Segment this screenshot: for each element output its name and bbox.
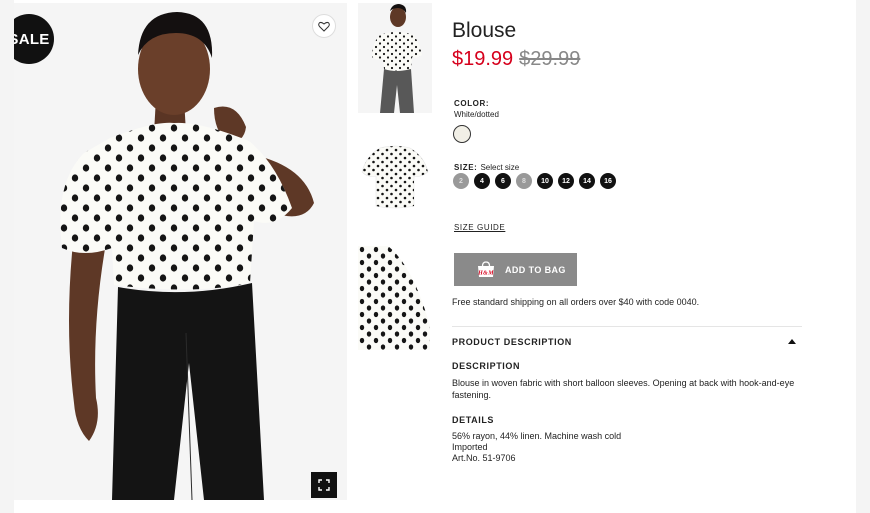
thumbnail-detail[interactable] — [358, 246, 432, 350]
thumbnail-model-image — [358, 3, 432, 113]
main-product-image[interactable]: SALE — [14, 3, 347, 500]
color-label: COLOR: — [454, 99, 490, 108]
color-value: White/dotted — [454, 110, 499, 119]
heart-icon — [318, 21, 330, 32]
size-option-2[interactable]: 2 — [453, 173, 469, 189]
caret-up-icon[interactable] — [788, 339, 796, 344]
size-option-12[interactable]: 12 — [558, 173, 574, 189]
thumbnail-front[interactable] — [358, 140, 432, 212]
original-price: $29.99 — [519, 48, 581, 70]
thumbnail-front-image — [358, 140, 432, 212]
details-list: 56% rayon, 44% linen. Machine wash cold … — [452, 431, 621, 464]
details-heading: DETAILS — [452, 415, 495, 425]
divider — [452, 326, 802, 327]
add-to-bag-button[interactable]: H&M ADD TO BAG — [454, 253, 577, 286]
product-title: Blouse — [452, 19, 517, 42]
description-heading: DESCRIPTION — [452, 361, 521, 371]
size-label: SIZE: — [454, 163, 478, 172]
size-selector: 2 4 6 8 10 12 14 16 — [453, 173, 616, 189]
shipping-note: Free standard shipping on all orders ove… — [452, 297, 700, 307]
description-text: Blouse in woven fabric with short balloo… — [452, 378, 795, 400]
color-swatch-white-dotted[interactable] — [453, 125, 471, 143]
product-page: SALE — [14, 0, 856, 513]
product-description-toggle[interactable]: PRODUCT DESCRIPTION — [452, 337, 572, 347]
details-line: Art.No. 51-9706 — [452, 453, 516, 463]
size-option-8[interactable]: 8 — [516, 173, 532, 189]
expand-icon — [318, 479, 330, 491]
size-option-6[interactable]: 6 — [495, 173, 511, 189]
thumbnail-model[interactable] — [358, 3, 432, 113]
model-photo — [14, 3, 347, 500]
size-option-14[interactable]: 14 — [579, 173, 595, 189]
favorite-button[interactable] — [312, 14, 336, 38]
size-option-4[interactable]: 4 — [474, 173, 490, 189]
sale-price: $19.99 — [452, 48, 514, 70]
size-placeholder: Select size — [480, 163, 520, 172]
shopping-bag-icon: H&M — [477, 261, 494, 277]
thumbnail-detail-image — [358, 246, 432, 350]
size-guide-link[interactable]: SIZE GUIDE — [454, 223, 505, 232]
size-option-16[interactable]: 16 — [600, 173, 616, 189]
price-row: $19.99 $29.99 — [452, 48, 580, 71]
size-option-10[interactable]: 10 — [537, 173, 553, 189]
bag-logo-text: H&M — [477, 271, 494, 277]
details-line: Imported — [452, 442, 488, 452]
add-to-bag-label: ADD TO BAG — [505, 264, 566, 275]
fullscreen-button[interactable] — [311, 472, 337, 498]
details-line: 56% rayon, 44% linen. Machine wash cold — [452, 431, 622, 441]
